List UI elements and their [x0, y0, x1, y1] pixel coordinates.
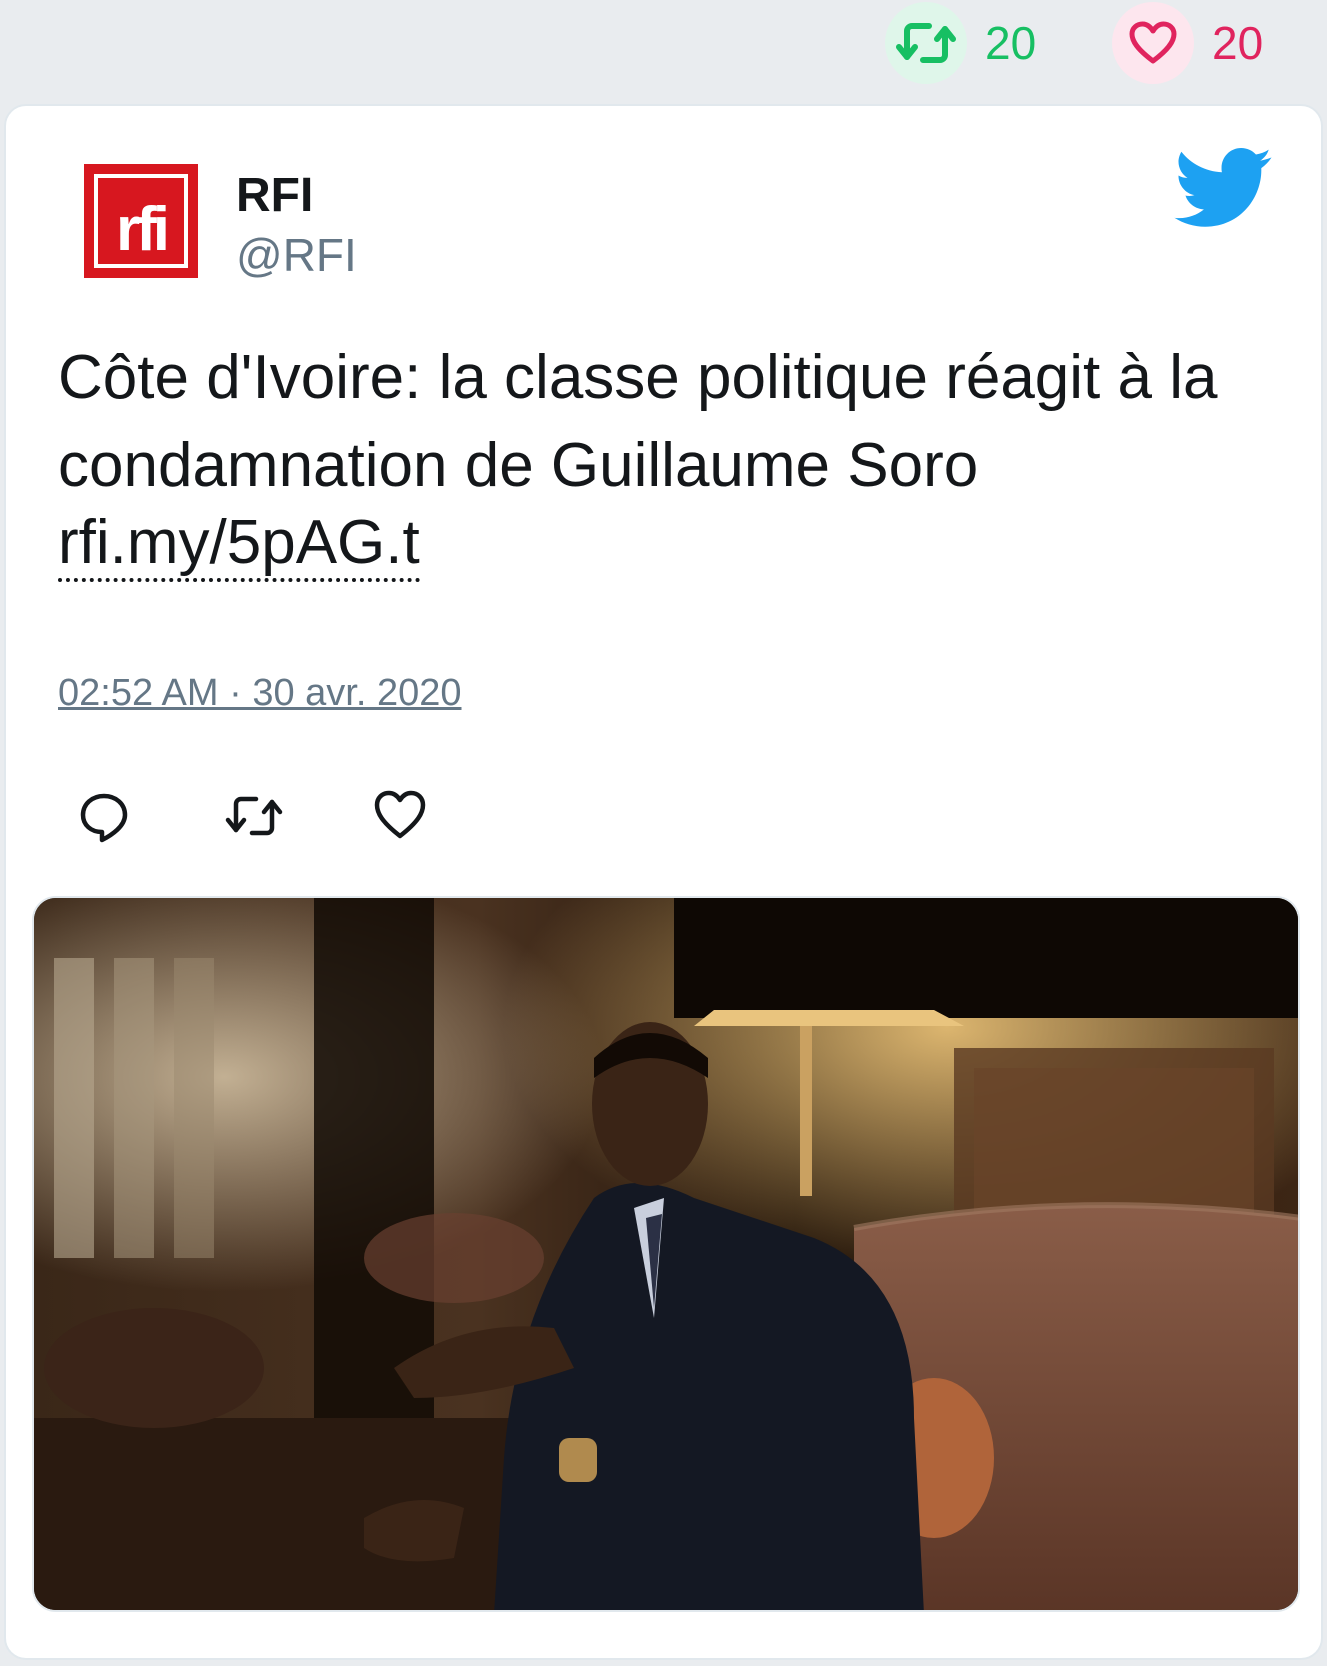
heart-icon[interactable] [1112, 2, 1194, 84]
tweet-card[interactable]: rfi RFI @RFI Côte d'Ivoire: la classe po… [4, 104, 1323, 1660]
twitter-bird-icon[interactable] [1174, 148, 1274, 230]
tweet-link[interactable]: rfi.my/5pAG.t [58, 508, 420, 582]
retweet-count: 20 [985, 17, 1037, 69]
like-count: 20 [1212, 17, 1264, 69]
tweet-text: Côte d'Ivoire: la classe politique réagi… [58, 343, 1218, 500]
reply-icon[interactable] [76, 788, 132, 844]
retweet-stat[interactable]: 20 [885, 2, 1036, 84]
author-name[interactable]: RFI [236, 168, 313, 223]
avatar-logo-text: rfi [116, 195, 166, 264]
avatar[interactable]: rfi [76, 156, 206, 286]
tweet-timestamp[interactable]: 02:52 AM · 30 avr. 2020 [58, 672, 462, 715]
like-stat[interactable]: 20 [1112, 2, 1263, 84]
author-handle[interactable]: @RFI [236, 228, 357, 282]
retweet-icon[interactable] [885, 2, 967, 84]
tweet-photo[interactable] [32, 896, 1300, 1612]
retweet-action-icon[interactable] [222, 788, 283, 844]
engagement-bar: 20 20 [0, 0, 1327, 100]
like-action-icon[interactable] [372, 788, 428, 844]
